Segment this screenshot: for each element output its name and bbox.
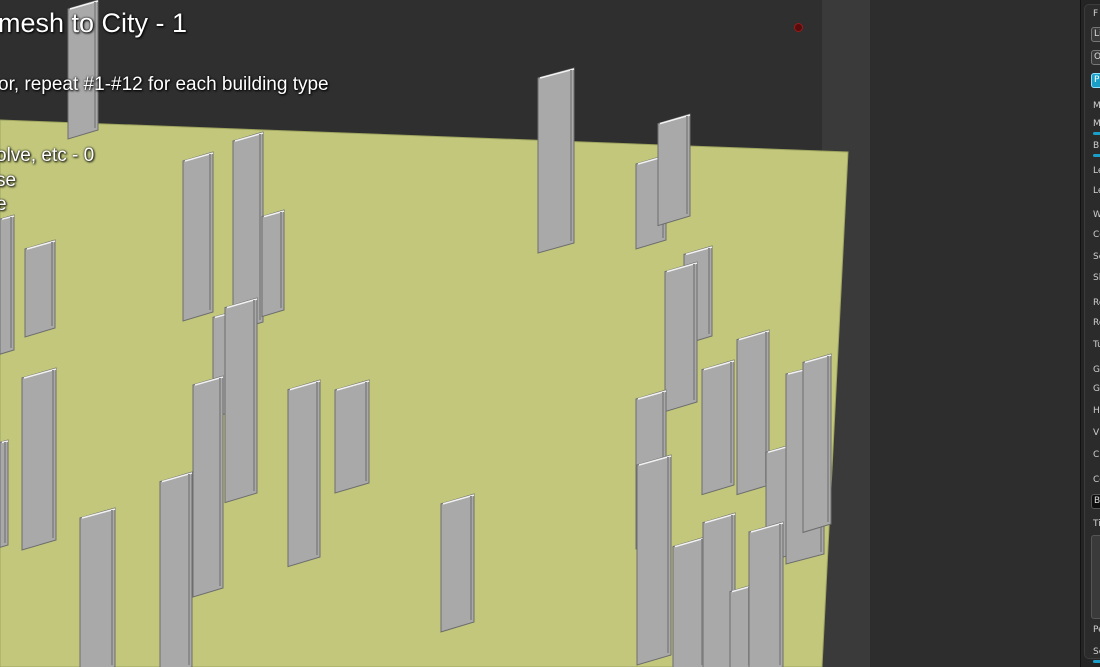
panel-item[interactable]: V	[1093, 428, 1099, 438]
panel-item[interactable]: Re	[1093, 298, 1100, 308]
building-slab	[748, 521, 784, 667]
panel-slider[interactable]	[1093, 660, 1100, 663]
panel-item[interactable]: Le	[1093, 186, 1100, 196]
building-slab	[440, 493, 475, 633]
panel-item[interactable]: Sc	[1093, 252, 1100, 262]
overlay-option-line: se	[0, 170, 17, 191]
panel-item[interactable]: Co	[1093, 475, 1100, 485]
panel-item[interactable]: M	[1093, 119, 1100, 129]
panel-item[interactable]: B	[1093, 141, 1099, 151]
building-slab	[664, 261, 698, 413]
overlay-instruction: or, repeat #1-#12 for each building type	[0, 74, 329, 95]
building-slab	[182, 151, 214, 322]
panel-button-o[interactable]: O	[1091, 50, 1100, 65]
panel-item[interactable]: Se	[1093, 647, 1100, 657]
building-slab	[224, 297, 258, 504]
overlay-title: mesh to City - 1	[0, 8, 188, 38]
panel-slider[interactable]	[1093, 154, 1100, 157]
panel-item[interactable]: Co	[1093, 230, 1100, 240]
panel-preview-well	[1091, 535, 1100, 619]
panel-item[interactable]: Cl	[1093, 450, 1100, 460]
building-slab	[287, 379, 321, 568]
building-slab	[334, 379, 370, 494]
building-slab	[537, 67, 575, 254]
panel-item[interactable]: Sl	[1093, 273, 1100, 283]
panel-item[interactable]: Ti	[1093, 519, 1100, 529]
panel-button-pr[interactable]: Pr	[1091, 73, 1100, 88]
panel-slider[interactable]	[1093, 132, 1100, 135]
panel-item[interactable]: W	[1093, 210, 1100, 220]
right-tool-panel: F Li O Pr M M B Le Le W Co Sc Sl Re Re T…	[1080, 0, 1100, 667]
overlay-option-line: olve, etc - 0	[0, 145, 95, 166]
panel-button-li[interactable]: Li	[1091, 27, 1100, 42]
panel-item[interactable]: Gr	[1093, 365, 1100, 375]
panel-item[interactable]: Gr	[1093, 384, 1100, 394]
building-slab	[672, 536, 706, 667]
building-slab	[24, 239, 56, 338]
panel-item[interactable]: H	[1093, 406, 1100, 416]
record-indicator-icon[interactable]	[794, 23, 803, 32]
panel-button-ba[interactable]: Ba	[1091, 494, 1100, 509]
building-slab	[802, 353, 832, 534]
panel-item[interactable]: Re	[1093, 318, 1100, 328]
panel-item[interactable]: Pe	[1093, 625, 1100, 635]
building-slab	[736, 329, 770, 496]
building-slab	[657, 113, 691, 227]
building-slab	[192, 375, 224, 598]
building-slab	[159, 471, 193, 667]
building-slab	[636, 454, 672, 666]
panel-item[interactable]: Tu	[1093, 340, 1100, 350]
3d-viewport[interactable]: mesh to City - 1 or, repeat #1-#12 for e…	[0, 0, 870, 667]
panel-item[interactable]: M	[1093, 101, 1100, 111]
panel-item[interactable]: Le	[1093, 166, 1100, 176]
building-slab	[21, 367, 57, 551]
building-slab	[79, 507, 116, 667]
panel-header: F	[1093, 9, 1099, 19]
building-slab	[701, 359, 735, 496]
city-scene[interactable]	[0, 0, 870, 667]
panel-frame: F Li O Pr M M B Le Le W Co Sc Sl Re Re T…	[1084, 4, 1100, 663]
overlay-option-line: e	[0, 194, 7, 215]
